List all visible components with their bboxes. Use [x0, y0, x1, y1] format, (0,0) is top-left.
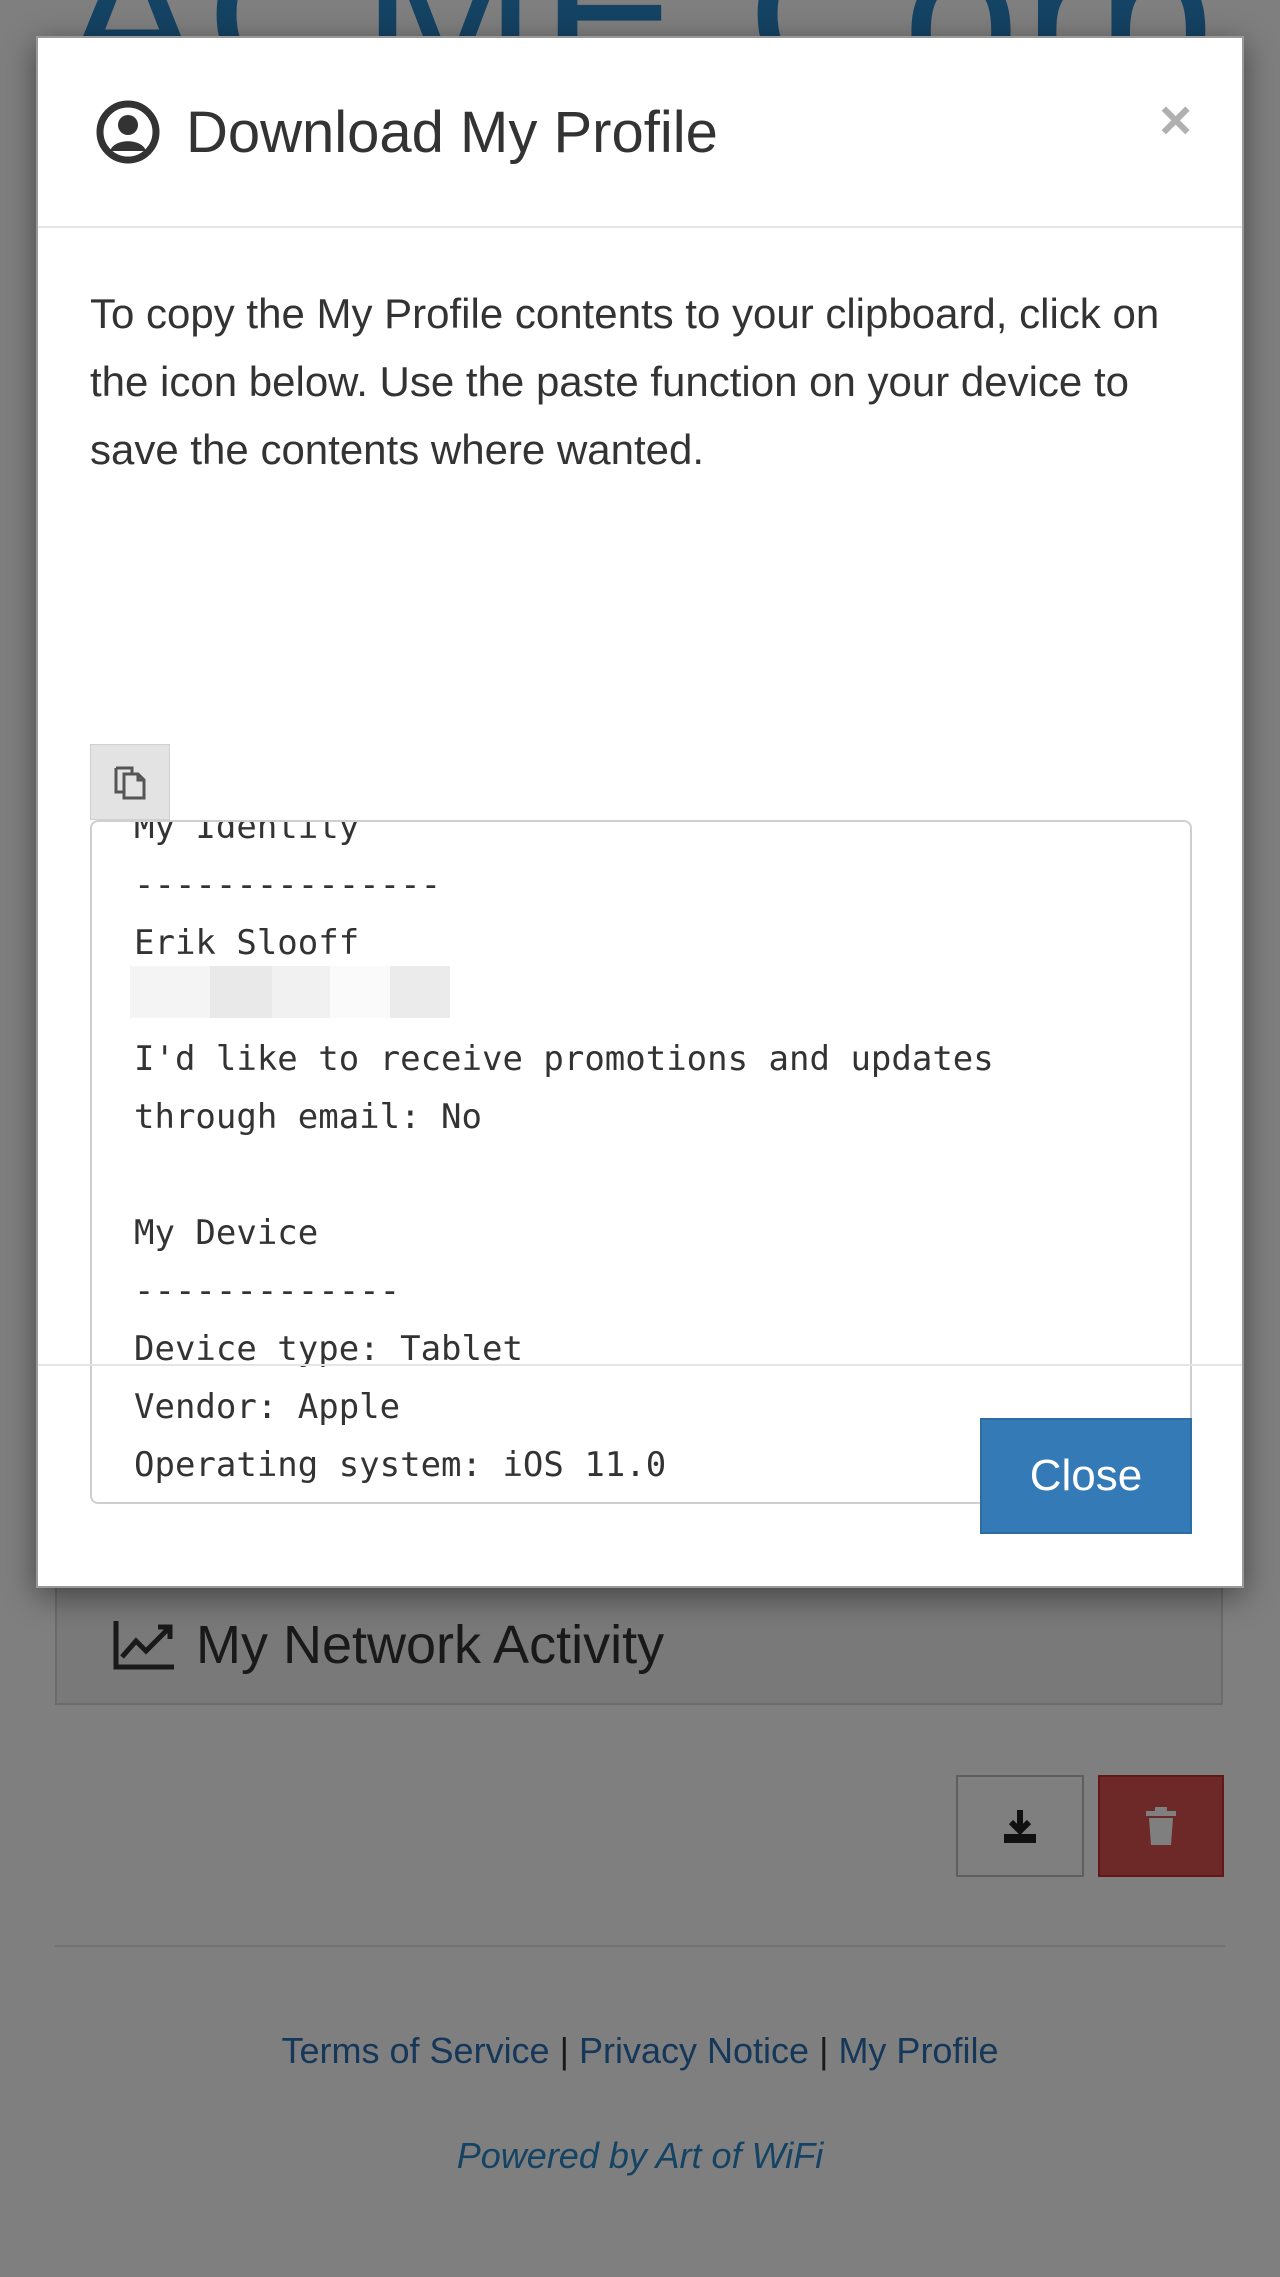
copy-icon	[114, 766, 146, 800]
profile-line: -------------	[134, 1271, 401, 1311]
profile-line: My Device	[134, 1213, 319, 1253]
close-icon[interactable]: ×	[1159, 92, 1192, 148]
user-circle-icon	[96, 100, 160, 164]
profile-line: My Identity	[134, 820, 360, 847]
download-profile-modal: Download My Profile × To copy the My Pro…	[36, 36, 1244, 1588]
copy-to-clipboard-button[interactable]	[90, 744, 170, 820]
profile-line	[134, 1146, 1134, 1204]
profile-line: I'd like to receive promotions and updat…	[134, 1039, 994, 1079]
modal-body: To copy the My Profile contents to your …	[38, 228, 1242, 1504]
redaction-block	[130, 966, 450, 1018]
profile-line: Erik Slooff	[134, 923, 360, 963]
modal-title: Download My Profile	[186, 99, 718, 165]
instructions-text: To copy the My Profile contents to your …	[90, 290, 1160, 473]
profile-line: ---------------	[134, 865, 442, 905]
close-button[interactable]: Close	[980, 1418, 1192, 1534]
modal-footer: Close	[38, 1364, 1242, 1586]
modal-header: Download My Profile ×	[38, 38, 1242, 228]
profile-line: through email: No	[134, 1097, 482, 1137]
